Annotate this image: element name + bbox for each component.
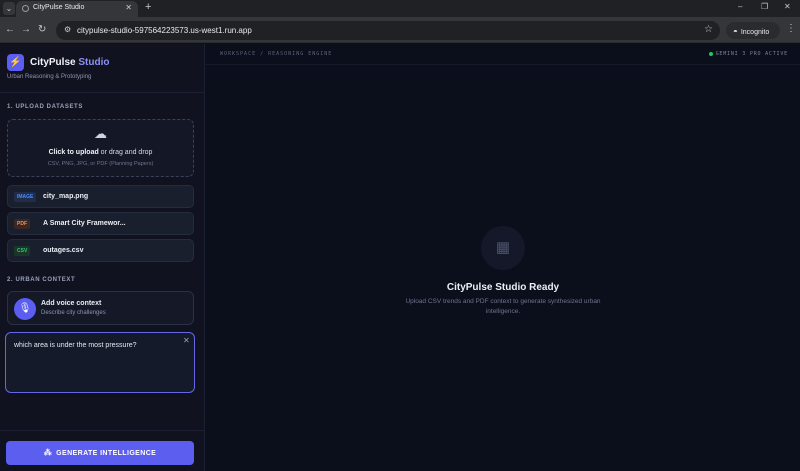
empty-state-description: Upload CSV trends and PDF context to gen… <box>405 298 601 315</box>
voice-context-subtitle: Describe city challenges <box>41 310 106 316</box>
address-bar[interactable]: ⚙ citypulse-studio-597564223573.us-west1… <box>56 21 720 40</box>
tab-close-icon[interactable]: ✕ <box>125 3 132 12</box>
upload-cta-bold: Click to upload <box>48 149 99 156</box>
status-dot-icon <box>708 51 713 56</box>
url-text: citypulse-studio-597564223573.us-west1.r… <box>77 26 252 35</box>
voice-context-title: Add voice context <box>41 300 102 307</box>
file-name: A Smart City Framewor... <box>43 220 126 227</box>
browser-menu-icon[interactable]: ⋮ <box>786 23 796 34</box>
share-nodes-icon: ⁂ <box>43 448 53 457</box>
back-icon[interactable]: ← <box>5 24 15 35</box>
incognito-label: Incognito <box>740 29 770 36</box>
model-status: GEMINI 3 PRO ACTIVE <box>708 51 788 57</box>
close-window-button[interactable]: ✕ <box>784 2 791 11</box>
divider <box>206 64 800 65</box>
generate-label: GENERATE INTELLIGENCE <box>56 450 157 457</box>
tab-title: CityPulse Studio <box>33 4 85 11</box>
file-item[interactable]: PDF A Smart City Framewor... <box>7 212 194 235</box>
restore-button[interactable]: ❐ <box>761 2 768 11</box>
brand-title: CityPulse Studio <box>30 57 109 68</box>
sidebar: ⚡ CityPulse Studio Urban Reasoning & Pro… <box>0 44 205 471</box>
brand-name: CityPulse <box>30 57 76 68</box>
bolt-icon: ⚡ <box>7 54 24 71</box>
file-type-badge: IMAGE <box>14 192 37 202</box>
minimize-button[interactable]: – <box>738 2 742 11</box>
divider <box>0 430 205 431</box>
upload-cta: Click to upload or drag and drop <box>8 149 193 156</box>
forward-icon[interactable]: → <box>21 24 31 35</box>
empty-state-title: CityPulse Studio Ready <box>446 282 560 293</box>
main-panel: WORKSPACE / REASONING ENGINE GEMINI 3 PR… <box>206 44 800 471</box>
clear-prompt-icon[interactable]: ✕ <box>183 336 190 345</box>
browser-tab-bar: ⌄ CityPulse Studio ✕ + – ❐ ✕ <box>0 0 800 17</box>
context-prompt-input[interactable]: which area is under the most pressure? <box>5 332 195 393</box>
browser-tab[interactable]: CityPulse Studio ✕ <box>16 1 138 17</box>
tab-list-button[interactable]: ⌄ <box>3 2 15 15</box>
file-item[interactable]: IMAGE city_map.png <box>7 185 194 208</box>
file-name: outages.csv <box>43 247 84 254</box>
context-section-title: 2. URBAN CONTEXT <box>7 277 76 283</box>
building-icon: ▦ <box>481 226 525 270</box>
divider <box>0 92 205 93</box>
bookmark-star-icon[interactable]: ☆ <box>704 24 713 35</box>
upload-cta-rest: or drag and drop <box>98 149 153 156</box>
upload-formats: CSV, PNG, JPG, or PDF (Planning Papers) <box>47 161 154 167</box>
generate-intelligence-button[interactable]: ⁂ GENERATE INTELLIGENCE <box>6 441 194 465</box>
upload-dropzone[interactable]: ☁ Click to upload or drag and drop CSV, … <box>7 119 194 177</box>
site-info-icon[interactable]: ⚙ <box>64 25 71 34</box>
file-item[interactable]: CSV outages.csv <box>7 239 194 262</box>
upload-section-title: 1. UPLOAD DATASETS <box>7 104 83 110</box>
tab-favicon-icon <box>22 5 29 12</box>
file-name: city_map.png <box>43 193 89 200</box>
brand-name-accent: Studio <box>78 57 110 68</box>
cloud-upload-icon: ☁ <box>94 126 107 141</box>
reload-icon[interactable]: ↻ <box>38 24 46 35</box>
file-type-badge: CSV <box>14 246 31 256</box>
incognito-badge[interactable]: ◓ Incognito <box>726 22 780 39</box>
file-type-badge: PDF <box>14 219 30 229</box>
voice-context-button[interactable]: 🎙 Add voice context Describe city challe… <box>7 291 194 325</box>
brand-subtitle: Urban Reasoning & Prototyping <box>7 74 92 80</box>
new-tab-button[interactable]: + <box>145 1 151 13</box>
browser-toolbar: ← → ↻ ⚙ citypulse-studio-597564223573.us… <box>0 17 800 43</box>
status-text: GEMINI 3 PRO ACTIVE <box>715 51 788 57</box>
incognito-icon: ◓ <box>733 27 738 36</box>
microphone-icon: 🎙 <box>14 298 36 320</box>
breadcrumb: WORKSPACE / REASONING ENGINE <box>220 51 333 57</box>
